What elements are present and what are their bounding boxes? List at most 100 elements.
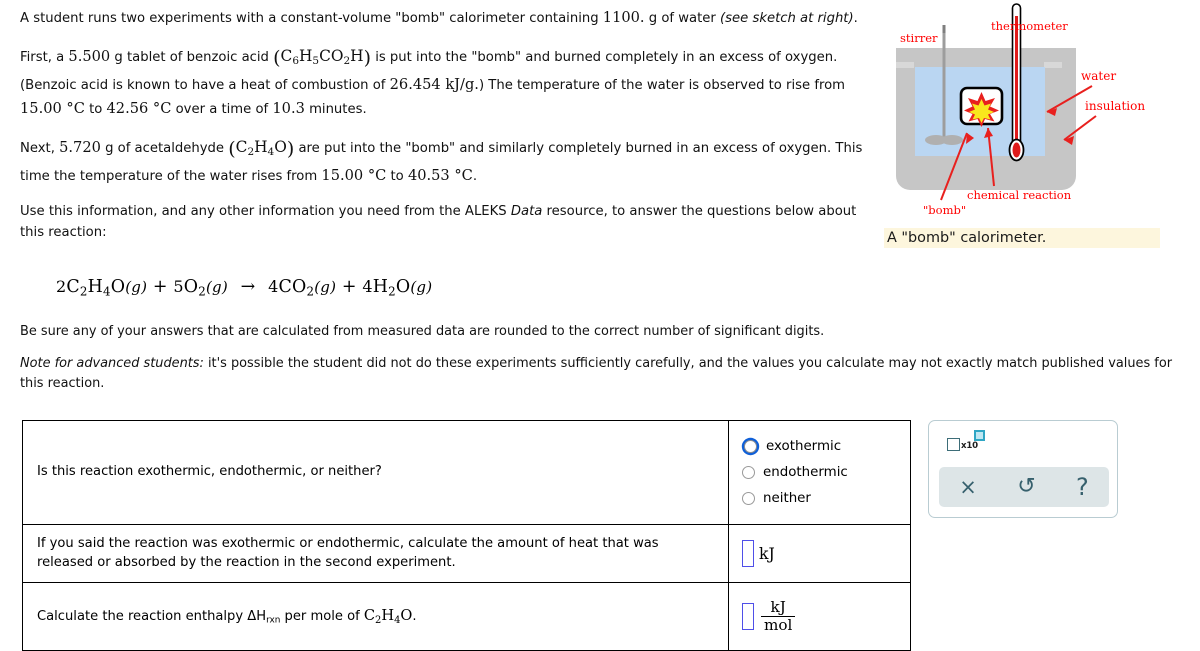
product1-formula: CO2: [278, 277, 315, 299]
paragraph-intro: A student runs two experiments with a co…: [20, 6, 882, 30]
reactant1-formula: C2H4O: [66, 277, 126, 299]
radio-label-endothermic: endothermic: [763, 465, 848, 481]
exp1-text-f: over a time of: [171, 102, 273, 118]
answer-cell-2: kJ: [728, 524, 911, 584]
exp1-text-a: First, a: [20, 49, 69, 65]
table-row: Is this reaction exothermic, endothermic…: [22, 419, 911, 526]
q3-text-b: per mole of: [280, 608, 364, 624]
answer-cell-1: exothermic endothermic neither: [728, 419, 911, 526]
radio-option-neither[interactable]: neither: [742, 489, 896, 508]
problem-page: A student runs two experiments with a co…: [0, 0, 1200, 651]
exp2-text-b: g of acetaldehyde: [100, 140, 229, 156]
see-sketch-note: (see sketch at right): [720, 11, 854, 26]
question-cell-3: Calculate the reaction enthalpy ΔHrxn pe…: [22, 582, 729, 651]
radio-button-icon[interactable]: [744, 440, 757, 454]
benzoic-acid-formula: C6H5CO2H: [280, 46, 364, 67]
exp1-text-b: g tablet of benzoic acid: [110, 49, 274, 65]
radio-option-endothermic[interactable]: endothermic: [742, 463, 896, 482]
problem-statement: A student runs two experiments with a co…: [20, 6, 882, 255]
calorimeter-diagram-icon: stirrer thermometer water insulation "bo…: [896, 3, 1145, 217]
clear-icon[interactable]: ×: [959, 476, 977, 498]
paragraph-experiment-two: Next, 5.720 g of acetaldehyde (C2H4O) ar…: [20, 134, 882, 188]
radio-button-icon[interactable]: [742, 492, 755, 506]
question-cell-1: Is this reaction exothermic, endothermic…: [22, 419, 729, 526]
benzoic-acid-mass: 5.500: [68, 47, 111, 65]
q3-formula: C2H4O: [363, 606, 413, 626]
intro-text-c: .: [853, 11, 858, 26]
radio-button-icon[interactable]: [742, 466, 755, 480]
figure-caption: A "bomb" calorimeter.: [884, 228, 1160, 248]
radio-label-neither: neither: [763, 491, 811, 507]
exponent-box-icon: [974, 430, 985, 441]
q3-text-c: .: [412, 608, 417, 624]
answer-cell-3: kJ mol: [728, 582, 911, 651]
product2-state: (g): [410, 278, 433, 296]
chemical-equation: 2C2H4O(g) + 5O2(g) → 4CO2(g) + 4H2O(g): [56, 277, 432, 298]
exp1-initial-temp: 15.00 °C: [20, 100, 85, 118]
exp2-text-e: .: [472, 169, 478, 185]
note-advanced-label: Note for advanced students:: [20, 356, 204, 372]
exp1-text-e: to: [84, 102, 107, 118]
mantissa-box-icon: [947, 438, 960, 451]
reactant2-state: (g): [205, 278, 228, 296]
scientific-notation-label: x10: [961, 441, 978, 451]
acetaldehyde-formula: C2H4O: [235, 137, 287, 158]
exp2-text-a: Next,: [20, 140, 60, 156]
question-cell-2: If you said the reaction was exothermic …: [22, 524, 729, 584]
label-stirrer-text: stirrer: [900, 31, 938, 45]
intro-text-b: g of water: [644, 11, 721, 26]
exp1-text-d: ) The temperature of the water is observ…: [478, 78, 846, 94]
toolbar-actions: × ↺ ?: [939, 467, 1109, 507]
answer-table: Is this reaction exothermic, endothermic…: [22, 419, 911, 651]
reaction-arrow-icon: →: [240, 277, 256, 297]
acetaldehyde-mass: 5.720: [59, 138, 101, 156]
exp2-final-temp: 40.53 °C: [407, 167, 473, 185]
label-chemical-reaction-text: chemical reaction: [967, 188, 1072, 202]
table-row: If you said the reaction was exothermic …: [22, 524, 911, 584]
unit-numerator: kJ: [770, 598, 786, 617]
product1-state: (g): [314, 278, 337, 296]
label-thermometer-text: thermometer: [991, 19, 1068, 33]
unit-kj-per-mol: kJ mol: [761, 598, 796, 634]
label-water-text: water: [1081, 69, 1116, 83]
problem-notes: Be sure any of your answers that are cal…: [20, 322, 1180, 406]
intro-text-a: A student runs two experiments with a co…: [20, 11, 603, 26]
note-advanced-students: Note for advanced students: it's possibl…: [20, 354, 1180, 393]
heat-input-field[interactable]: [742, 540, 754, 568]
unit-kj: kJ: [759, 544, 775, 563]
q3-subscript-rxn: rxn: [266, 615, 281, 626]
product1-coefficient: 4: [268, 277, 279, 296]
q3-text-a: Calculate the reaction enthalpy ΔH: [37, 608, 267, 624]
paragraph-instructions: Use this information, and any other info…: [20, 201, 882, 244]
radio-label-exothermic: exothermic: [766, 439, 842, 454]
label-insulation-text: insulation: [1085, 99, 1145, 113]
formula-open-paren: (: [273, 46, 281, 69]
reactant1-coefficient: 2: [56, 277, 67, 296]
instructions-text-a: Use this information, and any other info…: [20, 204, 511, 220]
exp1-duration: 10.3: [272, 100, 305, 118]
formula2-open-paren: (: [228, 137, 236, 160]
calorimeter-figure: stirrer thermometer water insulation "bo…: [884, 0, 1184, 252]
note-significant-digits: Be sure any of your answers that are cal…: [20, 324, 825, 339]
exp1-final-temp: 42.56 °C: [106, 100, 172, 118]
table-row: Calculate the reaction enthalpy ΔHrxn pe…: [22, 582, 911, 651]
enthalpy-input-field[interactable]: [742, 603, 754, 631]
help-icon[interactable]: ?: [1076, 475, 1089, 499]
undo-icon[interactable]: ↺: [1017, 476, 1035, 498]
data-resource-link[interactable]: Data: [511, 204, 543, 219]
product2-formula: H2O: [372, 277, 411, 299]
formula-close-paren: ): [363, 46, 372, 69]
unit-denominator: mol: [761, 616, 796, 634]
heat-of-combustion-value: 26.454 kJ/g.: [389, 76, 479, 94]
exp2-initial-temp: 15.00 °C: [321, 167, 387, 185]
label-bomb-text: "bomb": [923, 203, 966, 217]
reactant2-formula: O2: [183, 277, 206, 299]
product2-coefficient: 4: [362, 277, 373, 296]
scientific-notation-button[interactable]: x10: [947, 430, 989, 456]
equation-plus-1: +: [152, 277, 168, 297]
exp2-text-d: to: [386, 169, 408, 185]
equation-plus-2: +: [341, 277, 357, 297]
radio-option-exothermic[interactable]: exothermic: [742, 437, 896, 456]
answer-toolbar-panel: x10 × ↺ ?: [928, 420, 1118, 518]
reactant2-coefficient: 5: [173, 277, 184, 296]
